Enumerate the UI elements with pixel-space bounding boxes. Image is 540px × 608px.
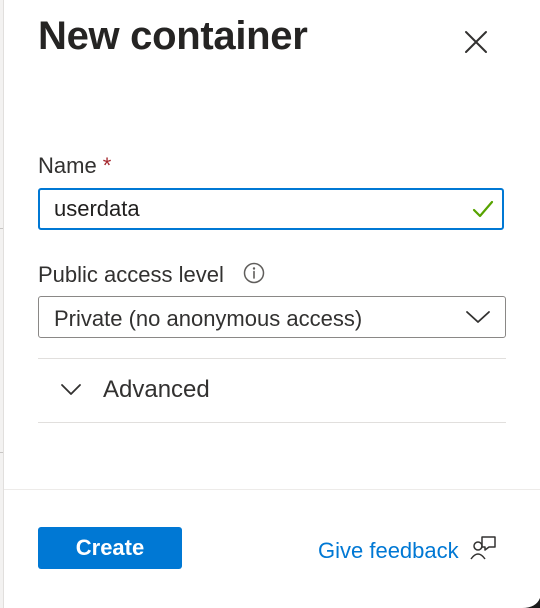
- container-name-input[interactable]: [40, 190, 454, 228]
- access-level-dropdown[interactable]: Private (no anonymous access): [38, 296, 506, 338]
- feedback-person-icon: [470, 536, 496, 560]
- footer-divider: [4, 489, 540, 490]
- new-container-panel: New container Name* Public access level …: [4, 0, 540, 608]
- chevron-down-icon: [466, 311, 490, 323]
- dropdown-selected-value: Private (no anonymous access): [54, 306, 363, 331]
- background-divider: [0, 228, 3, 229]
- access-level-label: Public access level: [38, 262, 224, 287]
- name-input-box[interactable]: [38, 188, 504, 230]
- section-divider: [38, 422, 506, 423]
- advanced-section-toggle[interactable]: Advanced: [38, 360, 506, 422]
- window-corner: [522, 598, 540, 608]
- name-label-text: Name: [38, 153, 97, 178]
- give-feedback-link[interactable]: Give feedback: [318, 534, 497, 568]
- close-button[interactable]: [460, 26, 492, 58]
- name-field-label: Name *: [38, 153, 111, 179]
- required-marker: *: [102, 153, 112, 178]
- give-feedback-label: Give feedback: [318, 538, 459, 563]
- info-icon[interactable]: [243, 262, 265, 284]
- panel-title: New container: [38, 14, 308, 58]
- close-icon: [465, 31, 487, 53]
- create-button[interactable]: Create: [38, 527, 182, 569]
- advanced-label: Advanced: [103, 376, 210, 403]
- checkmark-icon: [472, 200, 494, 218]
- background-divider: [0, 452, 3, 453]
- chevron-down-icon: [61, 384, 81, 395]
- section-divider: [38, 358, 506, 359]
